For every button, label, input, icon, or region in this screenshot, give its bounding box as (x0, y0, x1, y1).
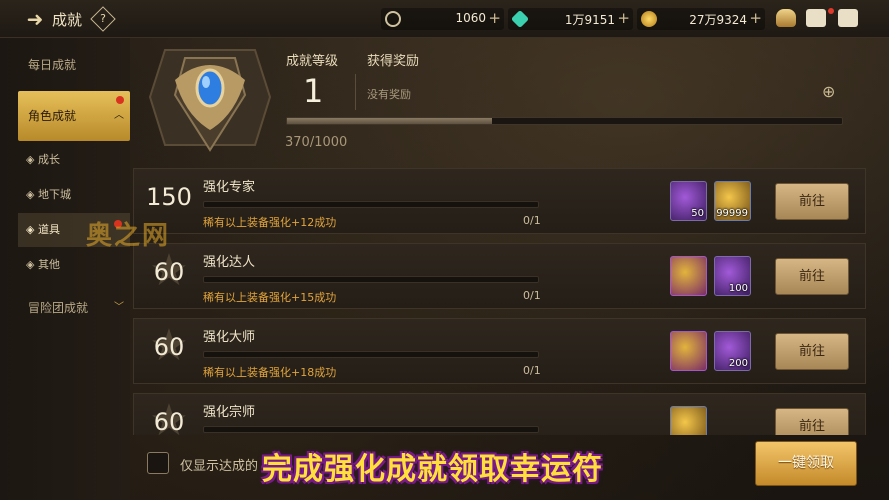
achievement-row: ★ 60 强化宗师 前往 (133, 393, 866, 435)
chat-icon[interactable] (838, 9, 858, 27)
currency-gold: 27万9324 + (637, 8, 765, 30)
level-label: 成就等级 (286, 54, 339, 69)
achievement-row: 150 强化专家 稀有以上装备强化+12成功 0/1 50 99999 前往 (133, 168, 866, 234)
currency-crystal: 1万9151 + (508, 8, 633, 30)
sidebar-item-adventure[interactable]: 冒险团成就 ﹀ (18, 293, 130, 323)
reward-scroll-icon[interactable] (670, 256, 707, 296)
achievement-desc: 稀有以上装备强化+15成功 (203, 291, 337, 304)
page-title: 成就 (52, 11, 83, 29)
reward-value: 没有奖励 (367, 88, 411, 101)
achievement-points: 60 (153, 408, 185, 435)
achievement-progress-bar (203, 201, 539, 208)
achievement-title: 强化达人 (203, 255, 256, 270)
sidebar-sub-growth[interactable]: ◈ 成长 (18, 143, 130, 177)
achievement-progress-bar (203, 351, 539, 358)
show-completed-checkbox[interactable] (147, 452, 169, 474)
show-completed-label: 仅显示达成的 (180, 459, 259, 474)
achievement-desc: 稀有以上装备强化+18成功 (203, 366, 337, 379)
achievement-title: 强化大师 (203, 330, 256, 345)
go-button[interactable]: 前往 (775, 408, 849, 435)
reward-scroll-icon[interactable] (670, 331, 707, 371)
help-icon[interactable]: ? (90, 6, 116, 32)
achievement-count: 0/1 (523, 364, 541, 377)
achievement-desc: 稀有以上装备强化+12成功 (203, 216, 337, 229)
go-button[interactable]: 前往 (775, 183, 849, 220)
crystal-icon (510, 9, 530, 29)
currency-crystal-value: 1万9151 (564, 13, 615, 27)
reward-gold-icon[interactable] (670, 406, 707, 435)
level-value: 1 (303, 72, 324, 110)
achievement-points: 150 (146, 183, 192, 211)
bag-icon[interactable] (776, 9, 796, 27)
video-caption: 完成强化成就领取幸运符 (262, 452, 603, 487)
sidebar-item-character[interactable]: 角色成就 ︿ (18, 91, 130, 141)
header-divider (355, 74, 356, 110)
level-progress-bar (286, 117, 843, 125)
gold-coin-icon (641, 11, 657, 27)
watermark-text: 奥之网 (86, 221, 171, 251)
achievement-emblem-icon (148, 49, 272, 152)
currency-credit-value: 1060 (455, 11, 486, 25)
character-notification-dot (116, 96, 124, 104)
achievement-points: 60 (153, 258, 185, 286)
reward-gold-icon[interactable]: 99999 (714, 181, 751, 221)
level-progress-fill (287, 118, 493, 124)
sidebar-item-character-label: 角色成就 (28, 109, 77, 123)
reward-ticket-icon[interactable]: 100 (714, 256, 751, 296)
achievement-list[interactable]: 150 强化专家 稀有以上装备强化+12成功 0/1 50 99999 前往 ★… (133, 168, 866, 435)
top-bar: ➜ 成就 ? 1060 + 1万9151 + 27万9324 + (0, 0, 889, 38)
achievement-count: 0/1 (523, 289, 541, 302)
add-gold-button[interactable]: + (749, 9, 762, 27)
back-arrow-icon[interactable]: ➜ (24, 8, 46, 30)
achievement-title: 强化宗师 (203, 405, 256, 420)
reward-ticket-icon[interactable]: 200 (714, 331, 751, 371)
mail-icon[interactable] (806, 9, 826, 27)
reward-ticket-icon[interactable]: 50 (670, 181, 707, 221)
achievement-row: ★ 60 强化大师 稀有以上装备强化+18成功 0/1 200 前往 (133, 318, 866, 384)
achievement-title: 强化专家 (203, 180, 256, 195)
add-crystal-button[interactable]: + (617, 9, 630, 27)
mail-notification-dot (828, 8, 834, 14)
achievement-progress-bar (203, 276, 539, 283)
chevron-down-icon: ﹀ (114, 302, 124, 313)
add-credit-button[interactable]: + (488, 9, 501, 27)
achievement-row: ★ 60 强化达人 稀有以上装备强化+15成功 0/1 100 前往 (133, 243, 866, 309)
currency-gold-value: 27万9324 (689, 13, 747, 27)
sidebar-sub-dungeon[interactable]: ◈ 地下城 (18, 178, 130, 212)
level-progress-text: 370/1000 (285, 135, 348, 150)
sidebar-item-daily[interactable]: 每日成就 (18, 50, 130, 80)
reward-label: 获得奖励 (367, 54, 420, 69)
go-button[interactable]: 前往 (775, 333, 849, 370)
achievement-count: 0/1 (523, 214, 541, 227)
zoom-icon[interactable]: ⊕ (822, 82, 842, 102)
achievement-progress-bar (203, 426, 539, 433)
credit-coin-icon (385, 11, 401, 27)
claim-all-button[interactable]: 一键领取 (755, 441, 857, 486)
currency-credit: 1060 + (381, 8, 504, 30)
sidebar-sub-other[interactable]: ◈ 其他 (18, 248, 130, 282)
go-button[interactable]: 前往 (775, 258, 849, 295)
achievement-points: 60 (153, 333, 185, 361)
